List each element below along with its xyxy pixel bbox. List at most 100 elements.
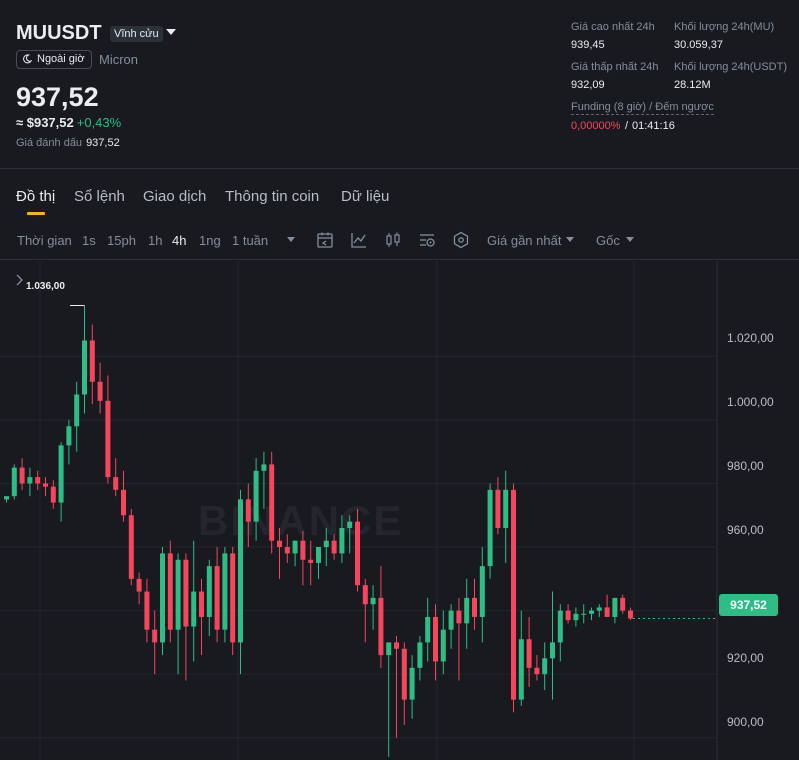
candle-body <box>573 613 579 621</box>
candlestick-chart[interactable] <box>0 261 799 760</box>
y-tick-960: 960,00 <box>727 523 764 537</box>
candle-body <box>596 607 602 611</box>
settings-icon[interactable] <box>418 231 436 249</box>
candle-body <box>35 477 41 484</box>
candle-body <box>503 489 509 528</box>
candle-body <box>456 610 462 624</box>
tab-order-book[interactable]: Sổ lệnh <box>74 188 125 205</box>
interval-1s[interactable]: 1s <box>82 233 96 248</box>
volume-usdt-value: 28.12M <box>674 79 711 91</box>
interval-1w[interactable]: 1 tuần <box>232 233 268 248</box>
indicator-icon[interactable] <box>350 231 368 249</box>
candle-body <box>269 464 275 541</box>
tab-data[interactable]: Dữ liệu <box>341 188 389 205</box>
funding-separator: / <box>625 120 629 132</box>
candle-body <box>628 610 633 619</box>
symbol-dropdown-icon[interactable] <box>166 29 176 35</box>
volume-usdt-label: Khối lượng 24h(USDT) <box>674 61 788 73</box>
candle-body <box>401 648 407 700</box>
candle-body <box>82 340 87 395</box>
candle-body <box>347 521 353 528</box>
calendar-icon[interactable] <box>316 231 334 249</box>
candle-body <box>386 642 392 656</box>
candle-body <box>511 489 516 700</box>
candle-body <box>479 566 485 617</box>
interval-dropdown-icon[interactable] <box>287 237 295 242</box>
candle-body <box>230 553 236 643</box>
candle-body <box>113 477 119 490</box>
ticker-header: MUUSDT Vĩnh cửu Ngoài giờ Micron 937,52 … <box>0 0 799 169</box>
depth-icon[interactable] <box>452 231 470 249</box>
tab-coin-info[interactable]: Thông tin coin <box>225 188 319 205</box>
candle-body <box>604 607 610 617</box>
candle-body <box>362 585 368 605</box>
candle-body <box>206 566 212 617</box>
y-tick-1020: 1.020,00 <box>727 331 774 345</box>
price-source-caret-icon[interactable] <box>566 237 574 242</box>
candle-body <box>43 483 48 487</box>
candle-body <box>4 496 9 500</box>
funding-label[interactable]: Funding (8 giờ) / Đếm ngược <box>571 101 714 115</box>
price-source-select[interactable]: Giá gần nhất <box>487 233 561 248</box>
scale-mode-caret-icon[interactable] <box>626 237 634 242</box>
candle-body <box>183 559 189 627</box>
candle-body <box>331 540 337 554</box>
candle-body <box>612 597 618 617</box>
candle-body <box>370 597 376 605</box>
y-tick-920: 920,00 <box>727 651 764 665</box>
candle-body <box>526 639 532 668</box>
candle-body <box>66 426 72 446</box>
volume-mu-label: Khối lượng 24h(MU) <box>674 21 775 33</box>
collapse-chevron-icon[interactable] <box>14 273 26 287</box>
candle-body <box>222 553 228 630</box>
y-tick-980: 980,00 <box>727 459 764 473</box>
candle-body <box>316 547 321 563</box>
high-marker-label: 1.036,00 <box>26 281 65 292</box>
candle-body <box>355 521 360 586</box>
candle-body <box>19 467 25 484</box>
interval-15m[interactable]: 15ph <box>107 233 136 248</box>
perpetual-badge: Vĩnh cửu <box>110 26 163 42</box>
candle-body <box>581 613 587 615</box>
candle-body <box>58 445 64 503</box>
tab-chart[interactable]: Đồ thị <box>16 188 55 205</box>
high-24h-label: Giá cao nhất 24h <box>571 21 655 33</box>
candle-body <box>495 489 501 528</box>
candle-body <box>121 489 126 516</box>
candle-body <box>394 642 399 649</box>
interval-4h[interactable]: 4h <box>172 233 186 248</box>
y-tick-900: 900,00 <box>727 715 764 729</box>
low-24h-label: Giá thấp nhất 24h <box>571 61 659 73</box>
mark-price-label: Giá đánh dấu <box>16 137 83 149</box>
high-24h-value: 939,45 <box>571 39 605 51</box>
candle-body <box>214 566 220 630</box>
candle-body <box>74 394 80 427</box>
volume-mu-value: 30.059,37 <box>674 39 723 51</box>
candle-body <box>128 515 134 579</box>
mark-price-value: 937,52 <box>86 137 120 149</box>
candle-body <box>160 553 165 643</box>
candle-body <box>433 616 438 662</box>
current-price-tag: 937,52 <box>719 594 778 616</box>
after-hours-badge: Ngoài giờ <box>16 50 92 69</box>
main-tabs: Đồ thị Sổ lệnh Giao dịch Thông tin coin … <box>0 170 799 222</box>
candle-body <box>425 616 431 643</box>
price-chart[interactable]: BINANCE 1.036,00 1.020,00 1.000,00 980,0… <box>0 261 799 760</box>
candle-body <box>409 667 415 700</box>
candle-type-icon[interactable] <box>384 231 402 249</box>
candle-body <box>464 597 470 624</box>
scale-mode-select[interactable]: Gốc <box>596 233 620 248</box>
y-tick-1000: 1.000,00 <box>727 395 774 409</box>
interval-1d[interactable]: 1ng <box>199 233 221 248</box>
candle-body <box>89 340 95 382</box>
candle-body <box>144 591 150 630</box>
tab-trades[interactable]: Giao dịch <box>143 188 206 205</box>
interval-1h[interactable]: 1h <box>148 233 162 248</box>
candle-body <box>557 610 563 643</box>
symbol-title[interactable]: MUUSDT <box>16 22 102 45</box>
candle-body <box>284 547 290 554</box>
funding-rate: 0,00000% <box>571 120 621 132</box>
mark-price-line: Giá đánh dấu 937,52 <box>16 137 120 149</box>
candle-body <box>308 559 314 563</box>
candle-body <box>542 658 548 675</box>
